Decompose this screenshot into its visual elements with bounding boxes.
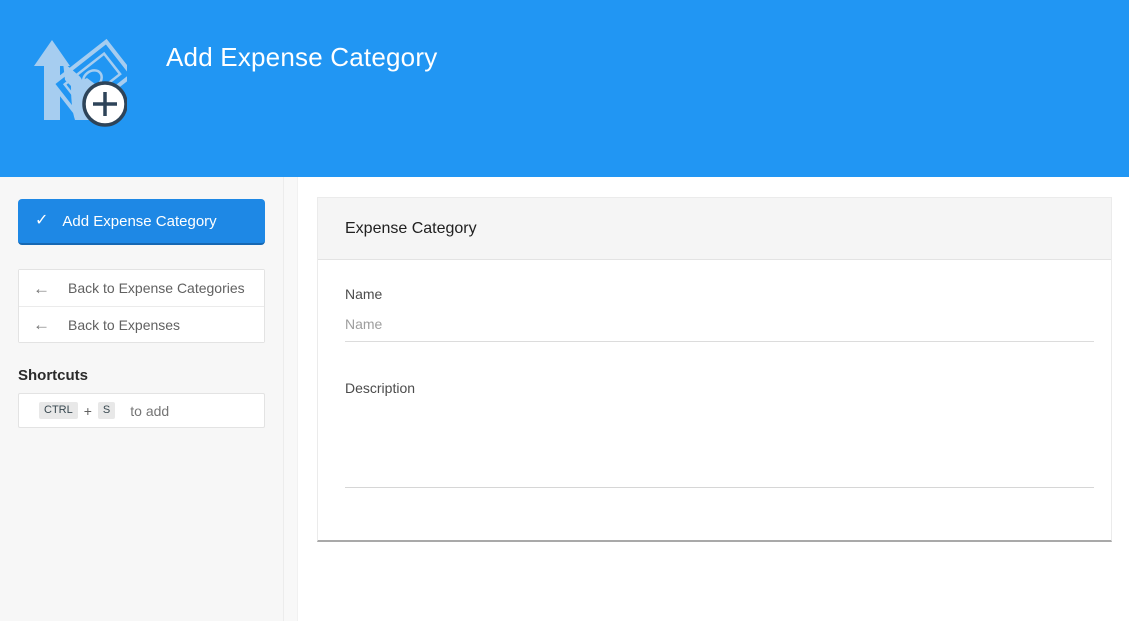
description-textarea[interactable] xyxy=(345,402,1094,488)
kbd-s: S xyxy=(98,402,115,419)
check-icon: ✓ xyxy=(35,213,48,229)
card-header: Expense Category xyxy=(318,198,1111,260)
expense-category-card: Expense Category Name Description xyxy=(317,197,1112,542)
app-header: Add Expense Category xyxy=(0,0,1129,177)
card-title: Expense Category xyxy=(345,220,477,238)
add-expense-category-button[interactable]: ✓ Add Expense Category xyxy=(18,199,265,245)
arrow-left-icon: ← xyxy=(33,316,50,333)
kbd-separator: + xyxy=(84,403,92,419)
add-expense-category-button-label: Add Expense Category xyxy=(62,213,216,230)
back-to-expenses-link[interactable]: ← Back to Expenses xyxy=(19,306,264,342)
page-title: Add Expense Category xyxy=(166,42,437,73)
card-body: Name Description xyxy=(318,260,1111,540)
name-input[interactable] xyxy=(345,302,1094,342)
back-to-expense-categories-link[interactable]: ← Back to Expense Categories xyxy=(19,270,264,306)
back-link-label: Back to Expense Categories xyxy=(68,280,245,296)
sidebar-scrollbar-track[interactable] xyxy=(283,177,298,621)
back-links-card: ← Back to Expense Categories ← Back to E… xyxy=(18,269,265,343)
description-label: Description xyxy=(345,380,1094,396)
back-link-label: Back to Expenses xyxy=(68,317,180,333)
name-label: Name xyxy=(345,286,1094,302)
expense-add-icon xyxy=(25,28,127,130)
shortcut-item: CTRL + S to add xyxy=(18,393,265,428)
sidebar: ✓ Add Expense Category ← Back to Expense… xyxy=(0,177,283,621)
main-content: Expense Category Name Description xyxy=(298,177,1129,621)
shortcut-action-label: to add xyxy=(130,403,169,419)
shortcuts-heading: Shortcuts xyxy=(18,367,265,384)
page-body: ✓ Add Expense Category ← Back to Expense… xyxy=(0,177,1129,621)
kbd-ctrl: CTRL xyxy=(39,402,78,419)
arrow-left-icon: ← xyxy=(33,280,50,297)
